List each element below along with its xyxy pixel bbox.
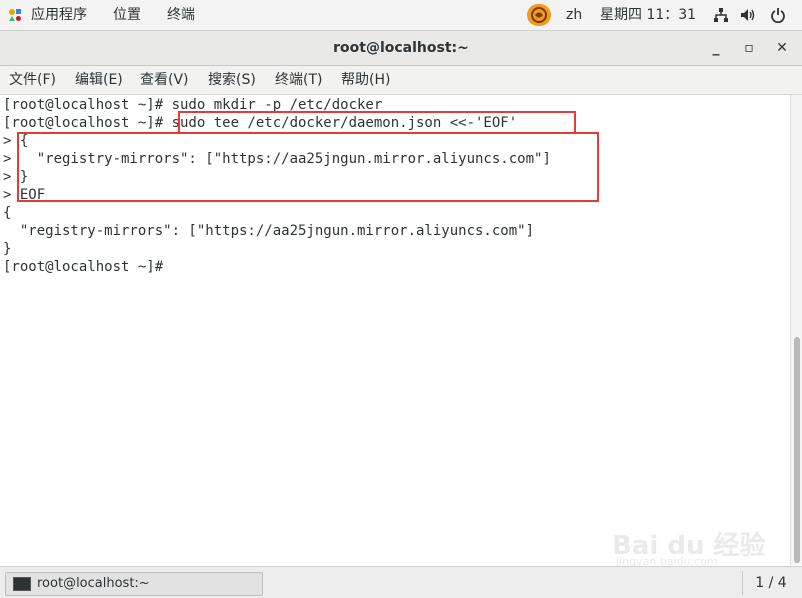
json-highlight-box bbox=[17, 132, 599, 202]
terminal-line: [root@localhost ~]# bbox=[3, 259, 172, 275]
terminal-line: } bbox=[3, 241, 12, 257]
menu-help[interactable]: 帮助(H) bbox=[341, 66, 390, 94]
power-icon[interactable] bbox=[770, 7, 786, 24]
terminal-icon bbox=[13, 577, 31, 591]
clock[interactable]: 星期四 11：31 bbox=[600, 0, 696, 30]
terminal-output[interactable]: [root@localhost ~]# sudo mkdir -p /etc/d… bbox=[0, 95, 790, 565]
applications-menu[interactable]: 应用程序 bbox=[31, 0, 87, 30]
minimize-button[interactable]: _ bbox=[705, 37, 727, 59]
bottom-panel: root@localhost:~ 1 / 4 bbox=[0, 566, 802, 598]
input-method-label[interactable]: zh bbox=[566, 0, 582, 30]
window-title-bar[interactable]: root@localhost:~ _ ▫ ✕ bbox=[0, 31, 802, 66]
terminal-app-menu[interactable]: 终端 bbox=[167, 0, 195, 30]
taskbar-window-label: root@localhost:~ bbox=[37, 576, 150, 591]
volume-icon[interactable] bbox=[740, 7, 756, 23]
menu-terminal[interactable]: 终端(T) bbox=[275, 66, 322, 94]
applications-icon[interactable] bbox=[8, 8, 22, 22]
network-icon[interactable] bbox=[713, 7, 729, 23]
terminal-line: "registry-mirrors": ["https://aa25jngun.… bbox=[3, 223, 535, 239]
command-highlight-box bbox=[178, 111, 576, 134]
menu-search[interactable]: 搜索(S) bbox=[208, 66, 256, 94]
terminal-scrollbar[interactable] bbox=[790, 95, 802, 565]
baidu-watermark: Bai du 经验 jingyan.baidu.com bbox=[612, 505, 766, 575]
scrollbar-thumb[interactable] bbox=[794, 337, 800, 563]
menu-file[interactable]: 文件(F) bbox=[9, 66, 56, 94]
maximize-button[interactable]: ▫ bbox=[738, 37, 760, 59]
window-title: root@localhost:~ bbox=[333, 40, 469, 56]
input-method-icon[interactable] bbox=[527, 4, 551, 26]
taskbar-window-button[interactable]: root@localhost:~ bbox=[5, 572, 263, 596]
terminal-line: { bbox=[3, 205, 12, 221]
menu-bar: 文件(F) 编辑(E) 查看(V) 搜索(S) 终端(T) 帮助(H) bbox=[0, 66, 802, 95]
close-button[interactable]: ✕ bbox=[771, 37, 793, 59]
menu-edit[interactable]: 编辑(E) bbox=[75, 66, 123, 94]
workspace-indicator[interactable]: 1 / 4 bbox=[742, 571, 799, 595]
top-panel: 应用程序 位置 终端 zh 星期四 11：31 bbox=[0, 0, 802, 31]
menu-view[interactable]: 查看(V) bbox=[140, 66, 189, 94]
places-menu[interactable]: 位置 bbox=[113, 0, 141, 30]
